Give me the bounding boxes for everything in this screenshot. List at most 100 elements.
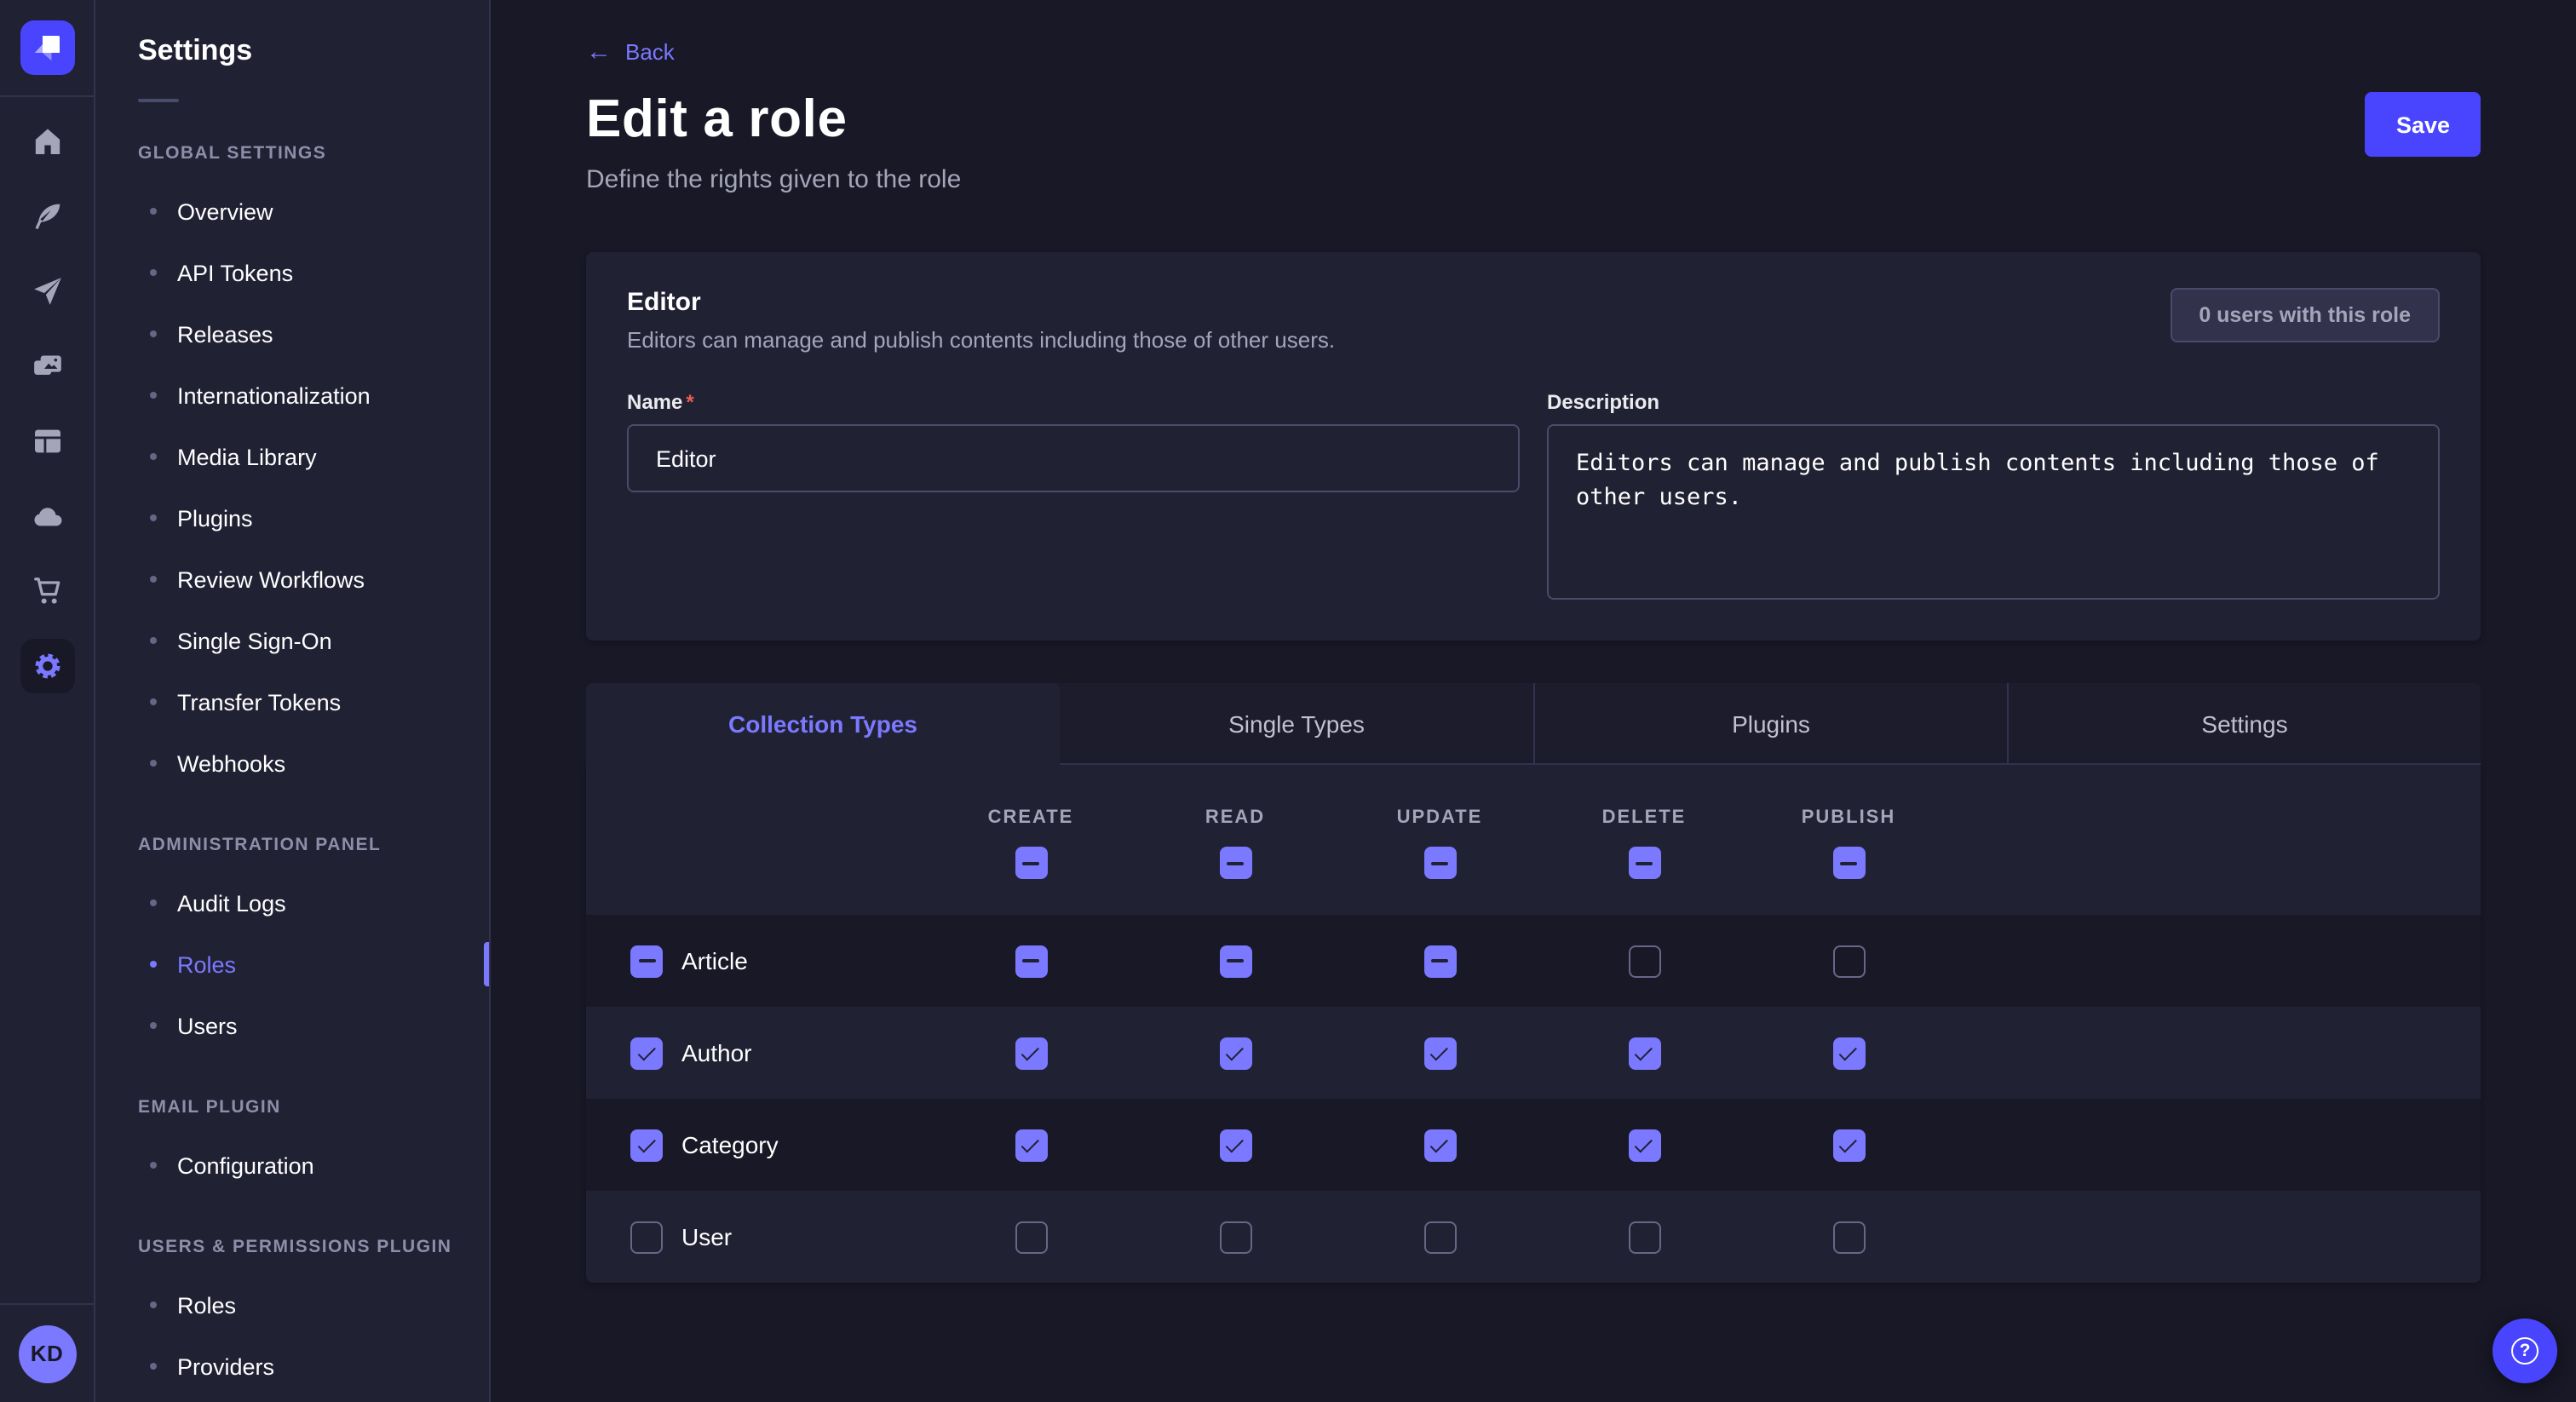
sidebar-item-single-sign-on[interactable]: Single Sign-On [95,610,489,671]
category-create-checkbox[interactable] [1015,1129,1047,1161]
author-delete-checkbox[interactable] [1628,1037,1660,1069]
sidebar-section-label: ADMINISTRATION PANEL [95,835,489,855]
select-row-category-checkbox[interactable] [630,1129,663,1161]
sidebar-item-media-library[interactable]: Media Library [95,426,489,487]
strapi-logo[interactable] [20,20,74,75]
sidebar-item-webhooks[interactable]: Webhooks [95,733,489,794]
nav-deploy-button[interactable] [20,264,74,319]
back-link[interactable]: ← Back [586,39,675,65]
author-publish-checkbox[interactable] [1832,1037,1865,1069]
nav-media-library-button[interactable] [20,339,74,394]
sidebar-item-label: Overview [177,198,273,224]
sidebar-item-api-tokens[interactable]: API Tokens [95,242,489,303]
select-all-publish-checkbox[interactable] [1832,847,1865,879]
nav-content-manager-button[interactable] [20,414,74,468]
permission-cell [929,1037,1133,1069]
sidebar-item-label: Review Workflows [177,566,365,592]
bullet-icon [150,330,157,337]
article-publish-checkbox[interactable] [1832,945,1865,977]
content-type-label: User [681,1223,732,1250]
save-button[interactable]: Save [2366,92,2481,157]
tab-collection-types[interactable]: Collection Types [586,683,1060,765]
author-create-checkbox[interactable] [1015,1037,1047,1069]
sidebar-item-label: Audit Logs [177,890,286,916]
sidebar-section-label: GLOBAL SETTINGS [95,143,489,164]
sidebar-item-roles[interactable]: Roles [95,934,489,995]
tab-settings[interactable]: Settings [2007,683,2481,765]
sidebar-item-label: Configuration [177,1152,314,1178]
sidebar-item-users[interactable]: Users [95,995,489,1056]
workspace-logo-cell [0,0,94,97]
user-avatar[interactable]: KD [18,1324,76,1382]
article-update-checkbox[interactable] [1423,945,1456,977]
permission-cell [929,1221,1133,1253]
author-update-checkbox[interactable] [1423,1037,1456,1069]
nav-settings-button[interactable] [20,639,74,693]
cart-icon [30,574,64,608]
name-input[interactable] [627,424,1520,492]
role-details-card: Editor Editors can manage and publish co… [586,252,2481,641]
permissions-table: CreateReadUpdateDeletePublish ArticleAut… [586,765,2481,1283]
sidebar-item-audit-logs[interactable]: Audit Logs [95,872,489,934]
category-update-checkbox[interactable] [1423,1129,1456,1161]
sidebar-item-providers[interactable]: Providers [95,1336,489,1397]
sidebar-item-transfer-tokens[interactable]: Transfer Tokens [95,671,489,733]
select-all-read-checkbox[interactable] [1219,847,1251,879]
sidebar-item-configuration[interactable]: Configuration [95,1135,489,1196]
user-publish-checkbox[interactable] [1832,1221,1865,1253]
help-button[interactable]: ? [2493,1319,2557,1383]
user-read-checkbox[interactable] [1219,1221,1251,1253]
main-content: ← Back Edit a role Define the rights giv… [491,0,2576,1402]
sidebar-sections: GLOBAL SETTINGS Overview API TokensRelease… [95,143,489,1397]
permission-cell [1746,945,1951,977]
nav-cloud-button[interactable] [20,489,74,543]
author-read-checkbox[interactable] [1219,1037,1251,1069]
select-row-user-checkbox[interactable] [630,1221,663,1253]
sidebar-item-releases[interactable]: Releases [95,303,489,365]
sidebar-item-overview[interactable]: Overview [95,181,489,242]
nav-home-button[interactable] [20,114,74,169]
bullet-icon [150,961,157,968]
strapi-logo-icon [20,20,74,75]
sidebar-item-review-workflows[interactable]: Review Workflows [95,549,489,610]
permission-cell [1542,945,1746,977]
content-type-label: Category [681,1131,779,1158]
back-link-label: Back [625,39,675,65]
sidebar-item-label: Single Sign-On [177,628,332,653]
nav-content-type-builder-button[interactable] [20,189,74,244]
content-type-label: Author [681,1039,752,1066]
article-delete-checkbox[interactable] [1628,945,1660,977]
select-all-create-checkbox[interactable] [1015,847,1047,879]
user-create-checkbox[interactable] [1015,1221,1047,1253]
bullet-icon [150,1363,157,1370]
sidebar-item-label: Webhooks [177,750,285,776]
permission-cell [1746,1221,1951,1253]
category-read-checkbox[interactable] [1219,1129,1251,1161]
sidebar-item-roles[interactable]: Roles [95,1274,489,1336]
page-title: Edit a role [586,89,961,150]
bullet-icon [150,514,157,521]
bullet-icon [150,269,157,276]
description-input[interactable]: Editors can manage and publish contents … [1547,424,2440,600]
category-publish-checkbox[interactable] [1832,1129,1865,1161]
tab-single-types[interactable]: Single Types [1060,683,1533,765]
permissions-table-body: ArticleAuthorCategoryUser [586,915,2481,1283]
select-all-delete-checkbox[interactable] [1628,847,1660,879]
sidebar-item-internationalization[interactable]: Internationalization [95,365,489,426]
sidebar-section-label: USERS & PERMISSIONS PLUGIN [95,1237,489,1257]
select-row-author-checkbox[interactable] [630,1037,663,1069]
permission-cell [1746,1037,1951,1069]
user-delete-checkbox[interactable] [1628,1221,1660,1253]
user-update-checkbox[interactable] [1423,1221,1456,1253]
sidebar-section: EMAIL PLUGINConfiguration [95,1097,489,1196]
page-subtitle: Define the rights given to the role [586,165,961,194]
select-all-update-checkbox[interactable] [1423,847,1456,879]
tab-plugins[interactable]: Plugins [1533,683,2007,765]
article-create-checkbox[interactable] [1015,945,1047,977]
select-row-article-checkbox[interactable] [630,945,663,977]
nav-marketplace-button[interactable] [20,564,74,618]
category-delete-checkbox[interactable] [1628,1129,1660,1161]
article-read-checkbox[interactable] [1219,945,1251,977]
bullet-icon [150,576,157,583]
sidebar-item-plugins[interactable]: Plugins [95,487,489,549]
